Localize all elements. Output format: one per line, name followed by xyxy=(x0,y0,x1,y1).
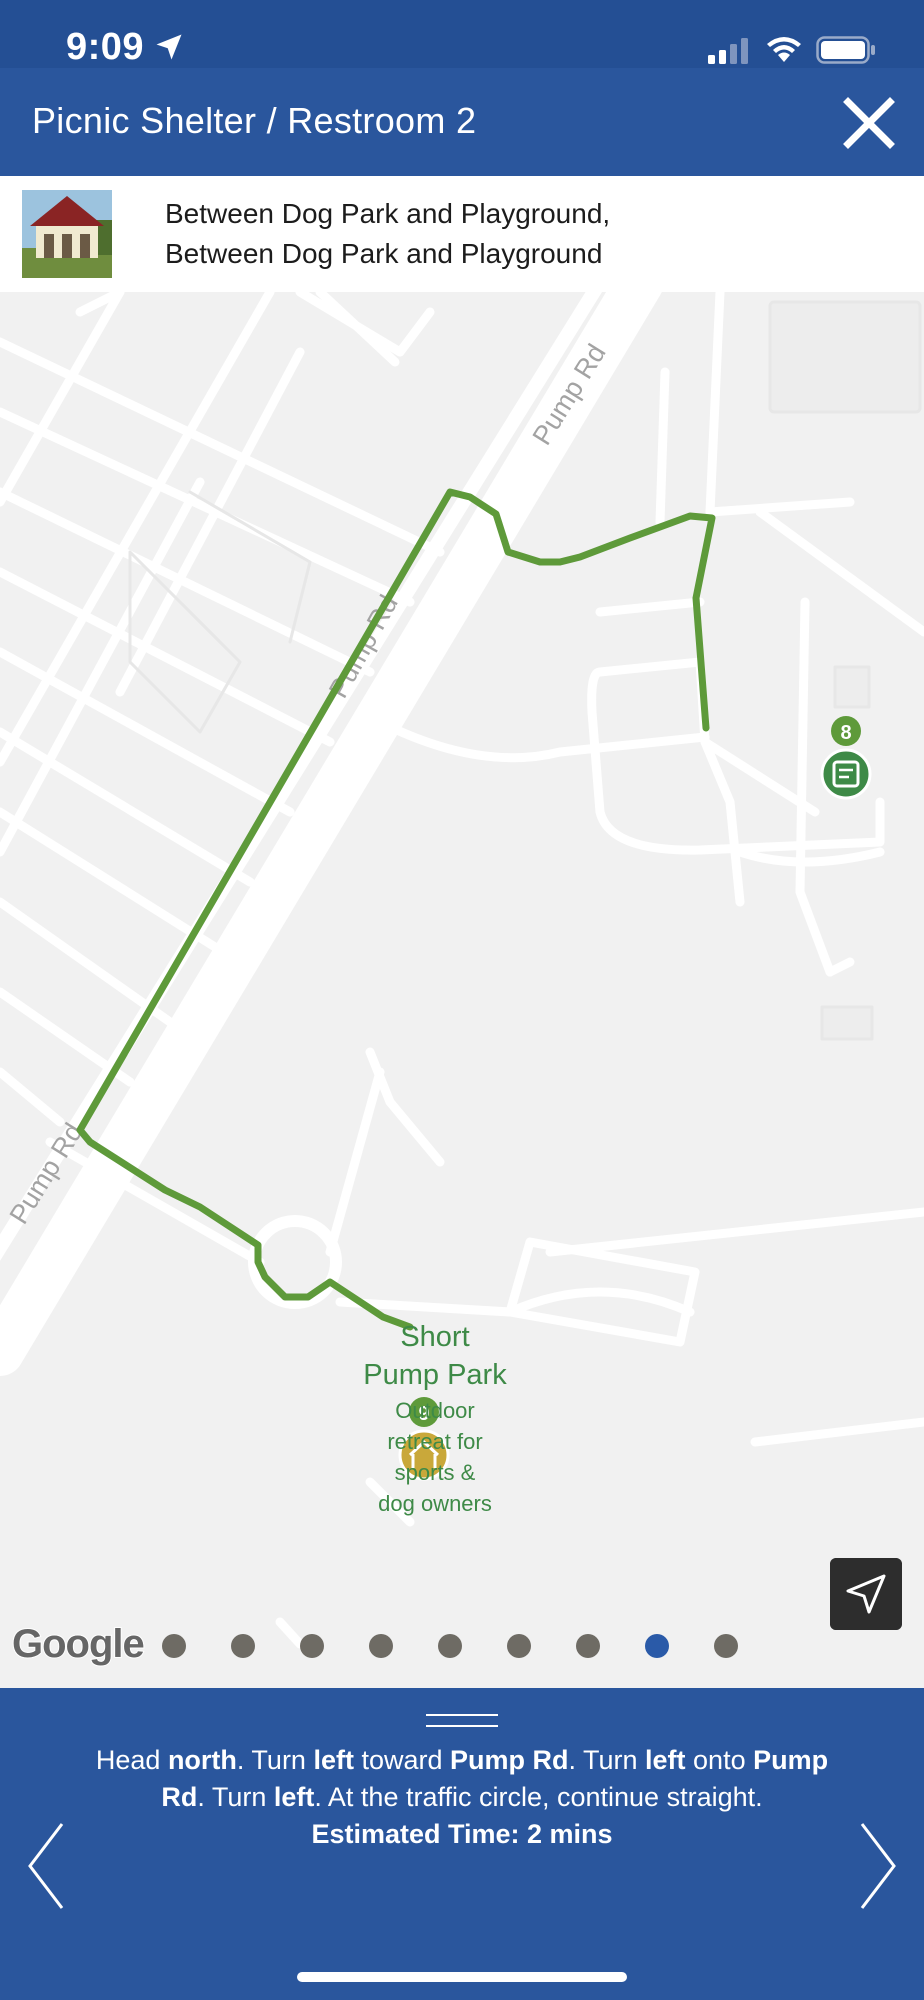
direction-segment: north xyxy=(167,1745,237,1775)
info-line-2: Between Dog Park and Playground xyxy=(165,238,603,269)
direction-segment: . Turn xyxy=(568,1745,646,1775)
wifi-icon xyxy=(767,37,801,62)
place-desc-line-2: retreat for xyxy=(387,1429,483,1454)
direction-segment: toward xyxy=(353,1745,450,1775)
page-dot-9[interactable] xyxy=(714,1634,738,1658)
cellular-signal-icon xyxy=(708,38,748,64)
direction-segment: onto xyxy=(685,1745,754,1775)
direction-segment: Head xyxy=(95,1745,168,1775)
google-logo: Google xyxy=(11,1621,146,1667)
place-desc-line-3: sports & xyxy=(394,1460,476,1485)
chevron-left-icon[interactable] xyxy=(24,1820,66,1912)
direction-segment: . Turn xyxy=(236,1745,314,1775)
pagination-dots xyxy=(162,1634,738,1658)
place-name-line-1: Short xyxy=(400,1321,470,1353)
marker-8[interactable]: 8 xyxy=(820,716,872,800)
chevron-right-icon[interactable] xyxy=(858,1820,900,1912)
place-name-line-2: Pump Park xyxy=(363,1359,507,1391)
home-indicator[interactable] xyxy=(297,1972,627,1982)
direction-segment: . At the traffic circle, continue straig… xyxy=(314,1782,763,1812)
map-view[interactable]: Pump Rd Pump Rd Pump Rd 8 9 Short Pump P… xyxy=(0,292,924,1688)
svg-text:8: 8 xyxy=(840,722,851,744)
page-dot-8-active[interactable] xyxy=(645,1634,669,1658)
location-arrow-icon xyxy=(156,34,182,60)
info-line-1: Between Dog Park and Playground, xyxy=(165,198,611,229)
direction-segment: left xyxy=(273,1782,315,1812)
battery-icon xyxy=(816,36,875,64)
page-dot-1[interactable] xyxy=(162,1634,186,1658)
page-title: Picnic Shelter / Restroom 2 xyxy=(32,100,477,141)
direction-steps: Head north. Turn left toward Pump Rd. Tu… xyxy=(96,1745,828,1812)
place-label: Short Pump Park Outdoor retreat for spor… xyxy=(330,1318,540,1518)
page-dot-5[interactable] xyxy=(438,1634,462,1658)
location-info: Between Dog Park and Playground, Between… xyxy=(0,176,924,292)
directions-panel: Head north. Turn left toward Pump Rd. Tu… xyxy=(0,1688,924,2000)
estimated-time: Estimated Time: 2 mins xyxy=(311,1819,613,1849)
direction-segment: Pump Rd xyxy=(450,1745,569,1775)
place-desc-line-1: Outdoor xyxy=(395,1398,475,1423)
close-icon[interactable] xyxy=(840,94,898,152)
page-dot-3[interactable] xyxy=(300,1634,324,1658)
page-dot-4[interactable] xyxy=(369,1634,393,1658)
directions-text: Head north. Turn left toward Pump Rd. Tu… xyxy=(90,1742,834,1853)
status-bar: 9:09 xyxy=(0,0,924,68)
page-dot-7[interactable] xyxy=(576,1634,600,1658)
direction-segment: left xyxy=(313,1745,354,1775)
status-time: 9:09 xyxy=(66,26,145,68)
page-dot-2[interactable] xyxy=(231,1634,255,1658)
app-header: Picnic Shelter / Restroom 2 xyxy=(0,68,924,176)
direction-segment: . Turn xyxy=(197,1782,274,1812)
location-thumbnail xyxy=(22,190,112,278)
page-dot-6[interactable] xyxy=(507,1634,531,1658)
direction-segment: left xyxy=(645,1745,686,1775)
drag-handle-icon[interactable] xyxy=(426,1714,498,1732)
place-desc-line-4: dog owners xyxy=(378,1491,492,1516)
my-location-icon[interactable] xyxy=(830,1558,902,1630)
